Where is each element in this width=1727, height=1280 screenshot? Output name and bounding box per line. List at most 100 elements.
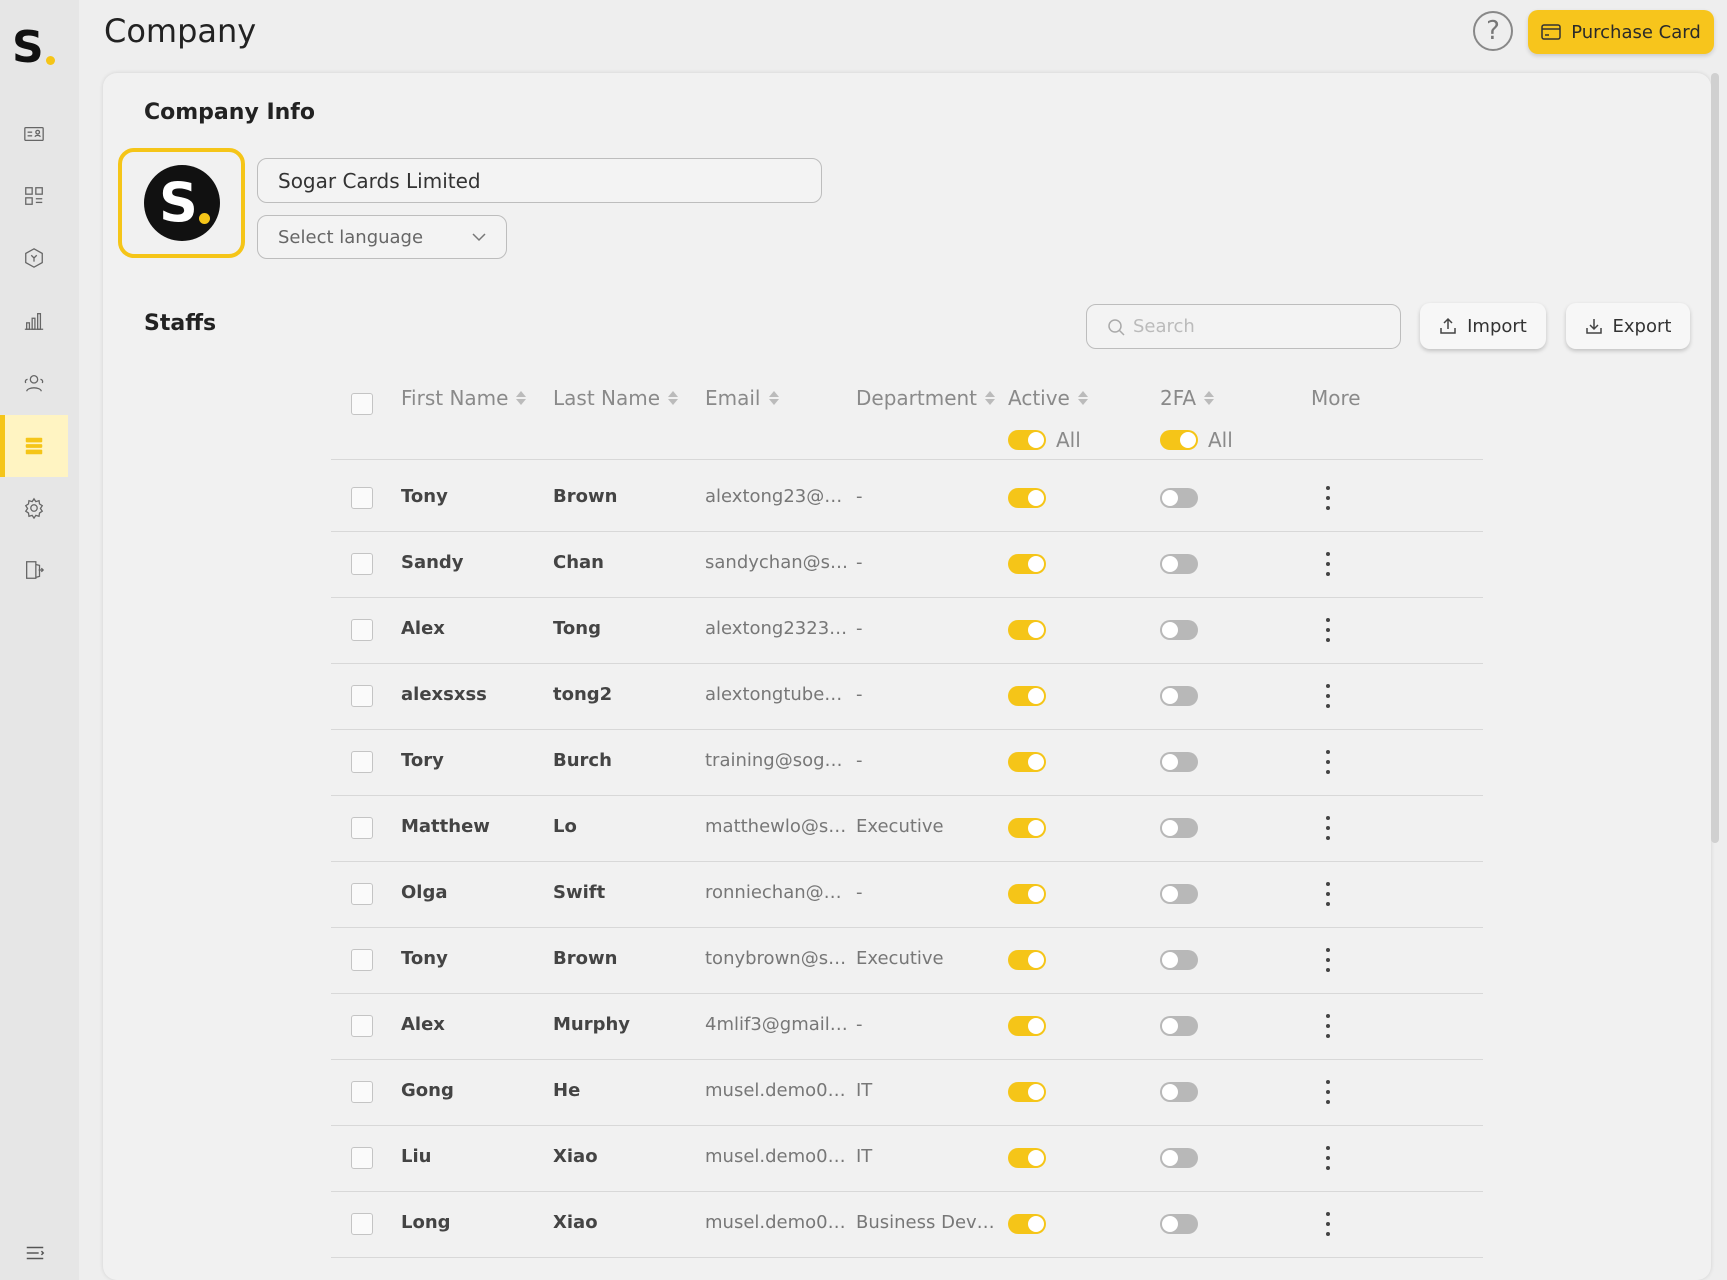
company-name-input[interactable]: Sogar Cards Limited (257, 158, 822, 203)
company-logo: S (143, 165, 220, 241)
column-email[interactable]: Email (705, 386, 779, 410)
2fa-toggle[interactable] (1160, 686, 1198, 706)
more-options-icon[interactable] (1322, 816, 1334, 840)
column-active[interactable]: Active (1008, 386, 1088, 410)
app-logo[interactable]: S (12, 26, 62, 70)
sidebar-item-users[interactable] (0, 352, 68, 414)
2fa-filter-toggle[interactable] (1160, 430, 1198, 450)
more-options-icon[interactable] (1322, 1080, 1334, 1104)
active-toggle[interactable] (1008, 686, 1046, 706)
row-divider (331, 663, 1483, 664)
active-toggle[interactable] (1008, 1214, 1046, 1234)
row-checkbox[interactable] (351, 1213, 373, 1235)
column-2fa-label: 2FA (1160, 386, 1197, 410)
active-toggle[interactable] (1008, 488, 1046, 508)
more-options-icon[interactable] (1322, 486, 1334, 510)
column-department[interactable]: Department (856, 386, 996, 410)
column-2fa[interactable]: 2FA (1160, 386, 1215, 410)
row-checkbox[interactable] (351, 1147, 373, 1169)
language-select[interactable]: Select language (257, 215, 507, 259)
export-button[interactable]: Export (1566, 303, 1690, 349)
cell-email: 4mlif3@gmail… (705, 1014, 848, 1035)
row-divider (331, 1125, 1483, 1126)
cell-department: - (856, 750, 863, 771)
row-checkbox[interactable] (351, 1081, 373, 1103)
bar-chart-icon (24, 313, 44, 330)
sidebar-item-profile[interactable] (0, 103, 68, 165)
active-toggle[interactable] (1008, 554, 1046, 574)
active-toggle[interactable] (1008, 818, 1046, 838)
sidebar-item-company[interactable] (0, 415, 68, 477)
2fa-toggle[interactable] (1160, 950, 1198, 970)
active-toggle[interactable] (1008, 950, 1046, 970)
cell-email: musel.demo0… (705, 1080, 846, 1101)
2fa-toggle[interactable] (1160, 752, 1198, 772)
more-options-icon[interactable] (1322, 1146, 1334, 1170)
row-checkbox[interactable] (351, 949, 373, 971)
row-checkbox[interactable] (351, 1015, 373, 1037)
users-icon (24, 375, 44, 392)
row-checkbox[interactable] (351, 817, 373, 839)
more-options-icon[interactable] (1322, 1212, 1334, 1236)
sidebar-item-products[interactable] (0, 227, 68, 289)
more-options-icon[interactable] (1322, 1014, 1334, 1038)
sidebar-item-logout[interactable] (0, 539, 68, 601)
more-options-icon[interactable] (1322, 750, 1334, 774)
2fa-toggle[interactable] (1160, 1016, 1198, 1036)
cell-email: alextongtube… (705, 684, 843, 705)
cell-email: alextong23@… (705, 486, 843, 507)
company-logo-upload[interactable]: S (118, 148, 245, 258)
sidebar-item-dashboard[interactable] (0, 165, 68, 227)
sidebar-item-reports[interactable] (0, 290, 68, 352)
help-button[interactable]: ? (1473, 11, 1513, 51)
more-options-icon[interactable] (1322, 552, 1334, 576)
2fa-toggle[interactable] (1160, 488, 1198, 508)
active-toggle[interactable] (1008, 1082, 1046, 1102)
more-options-icon[interactable] (1322, 948, 1334, 972)
active-toggle[interactable] (1008, 1148, 1046, 1168)
2fa-toggle[interactable] (1160, 1148, 1198, 1168)
2fa-toggle[interactable] (1160, 620, 1198, 640)
search-input[interactable]: Search (1086, 304, 1401, 349)
logout-icon (26, 561, 45, 579)
import-button[interactable]: Import (1420, 303, 1546, 349)
row-checkbox[interactable] (351, 685, 373, 707)
2fa-filter[interactable]: All (1160, 428, 1233, 452)
active-filter-toggle[interactable] (1008, 430, 1046, 450)
2fa-toggle[interactable] (1160, 884, 1198, 904)
cell-department: IT (856, 1146, 873, 1167)
more-options-icon[interactable] (1322, 882, 1334, 906)
cell-last-name: Xiao (553, 1146, 598, 1167)
column-last-name[interactable]: Last Name (553, 386, 679, 410)
row-checkbox[interactable] (351, 619, 373, 641)
more-options-icon[interactable] (1322, 618, 1334, 642)
profile-card-icon (24, 126, 44, 142)
active-toggle[interactable] (1008, 1016, 1046, 1036)
2fa-toggle[interactable] (1160, 818, 1198, 838)
cell-department: - (856, 1014, 863, 1035)
row-divider (331, 1191, 1483, 1192)
active-filter[interactable]: All (1008, 428, 1081, 452)
row-checkbox[interactable] (351, 487, 373, 509)
cell-first-name: Tony (401, 486, 448, 507)
row-checkbox[interactable] (351, 751, 373, 773)
column-first-name-label: First Name (401, 386, 509, 410)
row-divider (331, 795, 1483, 796)
2fa-toggle[interactable] (1160, 1082, 1198, 1102)
active-toggle[interactable] (1008, 752, 1046, 772)
active-toggle[interactable] (1008, 620, 1046, 640)
row-checkbox[interactable] (351, 553, 373, 575)
scrollbar[interactable] (1711, 73, 1719, 843)
2fa-toggle[interactable] (1160, 554, 1198, 574)
more-options-icon[interactable] (1322, 684, 1334, 708)
select-all-checkbox[interactable] (351, 393, 373, 415)
active-toggle[interactable] (1008, 884, 1046, 904)
2fa-toggle[interactable] (1160, 1214, 1198, 1234)
column-first-name[interactable]: First Name (401, 386, 527, 410)
purchase-card-button[interactable]: Purchase Card (1528, 10, 1714, 54)
company-logo-dot (198, 213, 210, 224)
menu-collapse-icon[interactable] (24, 1242, 46, 1264)
sort-icon (768, 391, 779, 405)
row-checkbox[interactable] (351, 883, 373, 905)
sidebar-item-settings[interactable] (0, 477, 68, 539)
